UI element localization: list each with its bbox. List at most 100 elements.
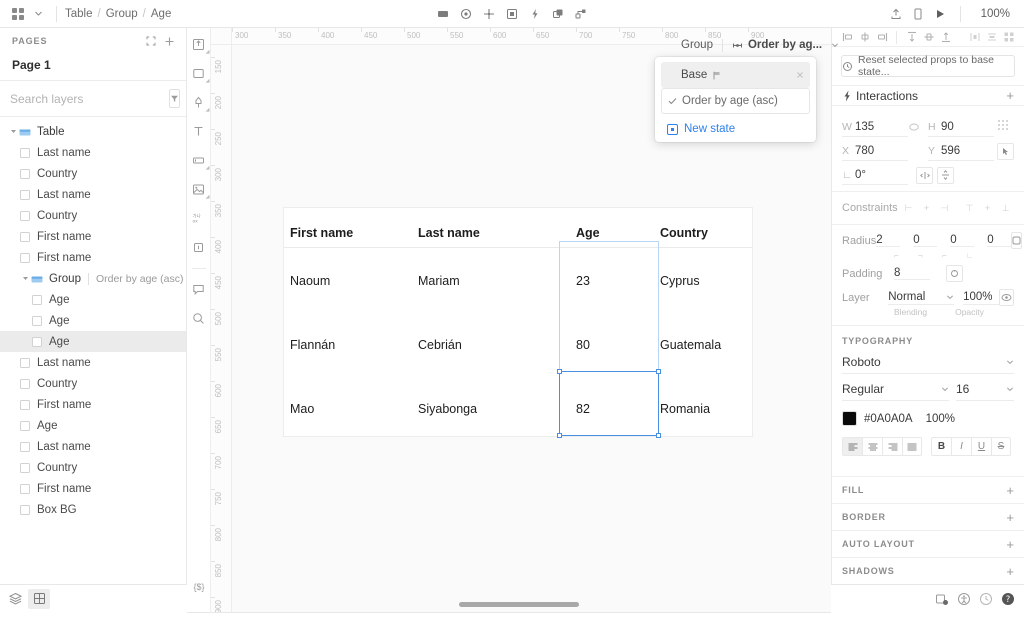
flip-vertical-icon[interactable] [937,167,954,184]
selection-box[interactable] [559,371,659,436]
table-cell-country[interactable]: Cyprus [660,274,700,288]
layer-item[interactable]: First name [0,478,186,499]
underline-button[interactable]: U [971,437,991,456]
height-field[interactable]: H [928,118,994,137]
table-cell-first-name[interactable]: Mao [290,402,314,416]
blending-select[interactable]: Normal [888,291,954,305]
width-input[interactable] [855,121,901,133]
move-icon[interactable] [479,4,499,24]
pointer-icon[interactable] [997,143,1014,160]
flip-horizontal-icon[interactable] [916,167,933,184]
chevron-down-icon[interactable] [831,41,839,49]
align-left-icon[interactable] [839,29,856,46]
padding-mode-icon[interactable] [946,265,963,282]
input-icon[interactable]: ◢ [189,150,209,170]
lightning-icon[interactable] [525,4,545,24]
width-field[interactable]: W [842,118,908,137]
artboard-icon[interactable]: ◢ [189,34,209,54]
breadcrumb-item-age[interactable]: Age [151,8,171,20]
layer-item[interactable]: Age [0,310,186,331]
plus-icon[interactable]: + [1006,564,1014,579]
align-center-h-icon[interactable] [856,29,873,46]
table-cell-country[interactable]: Guatemala [660,338,721,352]
color-opacity-value[interactable]: 100% [926,413,955,425]
layer-visibility-checkbox[interactable] [20,253,30,263]
search-icon[interactable] [189,308,209,328]
play-icon[interactable] [930,4,950,24]
help-icon[interactable]: ? [1000,591,1016,607]
interactions-section-header[interactable]: Interactions + [832,86,1024,106]
disclosure-caret-icon[interactable] [20,275,31,282]
x-field[interactable]: X [842,142,908,161]
layer-visibility-checkbox[interactable] [32,295,42,305]
layer-visibility-checkbox[interactable] [32,337,42,347]
color-swatch[interactable] [842,411,857,426]
expand-icon[interactable] [142,32,160,50]
layer-item[interactable]: Age [0,331,186,352]
font-family-select[interactable]: Roboto [842,351,1014,374]
constrain-bottom-icon[interactable]: ⊥ [997,200,1014,216]
radius-input-tr[interactable] [913,234,937,247]
layer-visibility-checkbox[interactable] [20,169,30,179]
image-icon[interactable]: ◢ [189,179,209,199]
search-input[interactable] [10,88,165,109]
layer-item[interactable]: Age [0,289,186,310]
align-right-icon[interactable] [873,29,890,46]
breadcrumb-item-table[interactable]: Table [65,8,93,20]
layer-group-group[interactable]: GroupOrder by age (asc) [0,268,186,289]
height-input[interactable] [941,121,987,133]
rotation-input[interactable] [855,169,901,181]
layer-item[interactable]: First name [0,226,186,247]
constrain-top-icon[interactable]: ⊤ [961,200,978,216]
share-icon[interactable] [886,4,906,24]
layer-visibility-checkbox[interactable] [20,211,30,221]
font-size-select[interactable]: 16 [956,378,1014,401]
layer-item[interactable]: Box BG [0,499,186,520]
radius-input-bl[interactable] [987,234,1011,247]
resize-handle-top-left[interactable] [557,369,562,374]
grid-menu-icon[interactable] [8,4,28,24]
new-state-button[interactable]: New state [655,117,816,141]
resize-handle-bottom-left[interactable] [557,433,562,438]
comment-icon[interactable] [189,279,209,299]
filter-icon[interactable] [169,89,180,108]
layer-visibility-checkbox[interactable] [20,484,30,494]
table-cell-first-name[interactable]: Flannán [290,338,335,352]
rotation-field[interactable]: ∟ [842,166,908,185]
plus-icon[interactable]: + [1006,483,1014,498]
table-cell-last-name[interactable]: Mariam [418,274,460,288]
constrain-center-v-icon[interactable]: + [979,200,996,216]
disclosure-caret-icon[interactable] [8,128,19,135]
layer-visibility-checkbox[interactable] [20,442,30,452]
strikethrough-button[interactable]: S [991,437,1011,456]
layer-visibility-checkbox[interactable] [20,421,30,431]
layer-visibility-checkbox[interactable] [20,232,30,242]
state-menu-item-base[interactable]: Base [661,62,810,88]
layer-visibility-checkbox[interactable] [20,358,30,368]
table-cell-last-name[interactable]: Siyabonga [418,402,477,416]
layer-state-label[interactable]: Order by age (asc) [88,273,186,285]
section-shadows[interactable]: SHADOWS+ [832,558,1024,585]
distribute-h-icon[interactable] [966,29,983,46]
chart-icon[interactable]: 가나ox [189,208,209,228]
eye-icon[interactable] [999,289,1014,306]
layer-item[interactable]: Last name [0,142,186,163]
horizontal-scrollbar[interactable] [459,602,579,607]
plus-icon[interactable]: + [1006,88,1014,103]
radius-input-br[interactable] [950,234,974,247]
layer-item[interactable]: Country [0,457,186,478]
button-icon[interactable] [189,237,209,257]
state-dropdown-menu[interactable]: Base Order by age (asc) New state [655,57,816,142]
plus-icon[interactable] [160,32,178,50]
layer-visibility-checkbox[interactable] [20,190,30,200]
layer-item[interactable]: Age [0,415,186,436]
constrain-center-h-icon[interactable]: + [918,200,935,216]
align-bottom-icon[interactable] [937,29,954,46]
close-icon[interactable] [796,71,804,79]
resize-handle-top-right[interactable] [656,369,661,374]
table-cell-first-name[interactable]: Naoum [290,274,330,288]
device-icon[interactable] [908,4,928,24]
export-icon[interactable] [934,591,950,607]
layer-group-table[interactable]: Table [0,121,186,142]
align-center-v-icon[interactable] [920,29,937,46]
